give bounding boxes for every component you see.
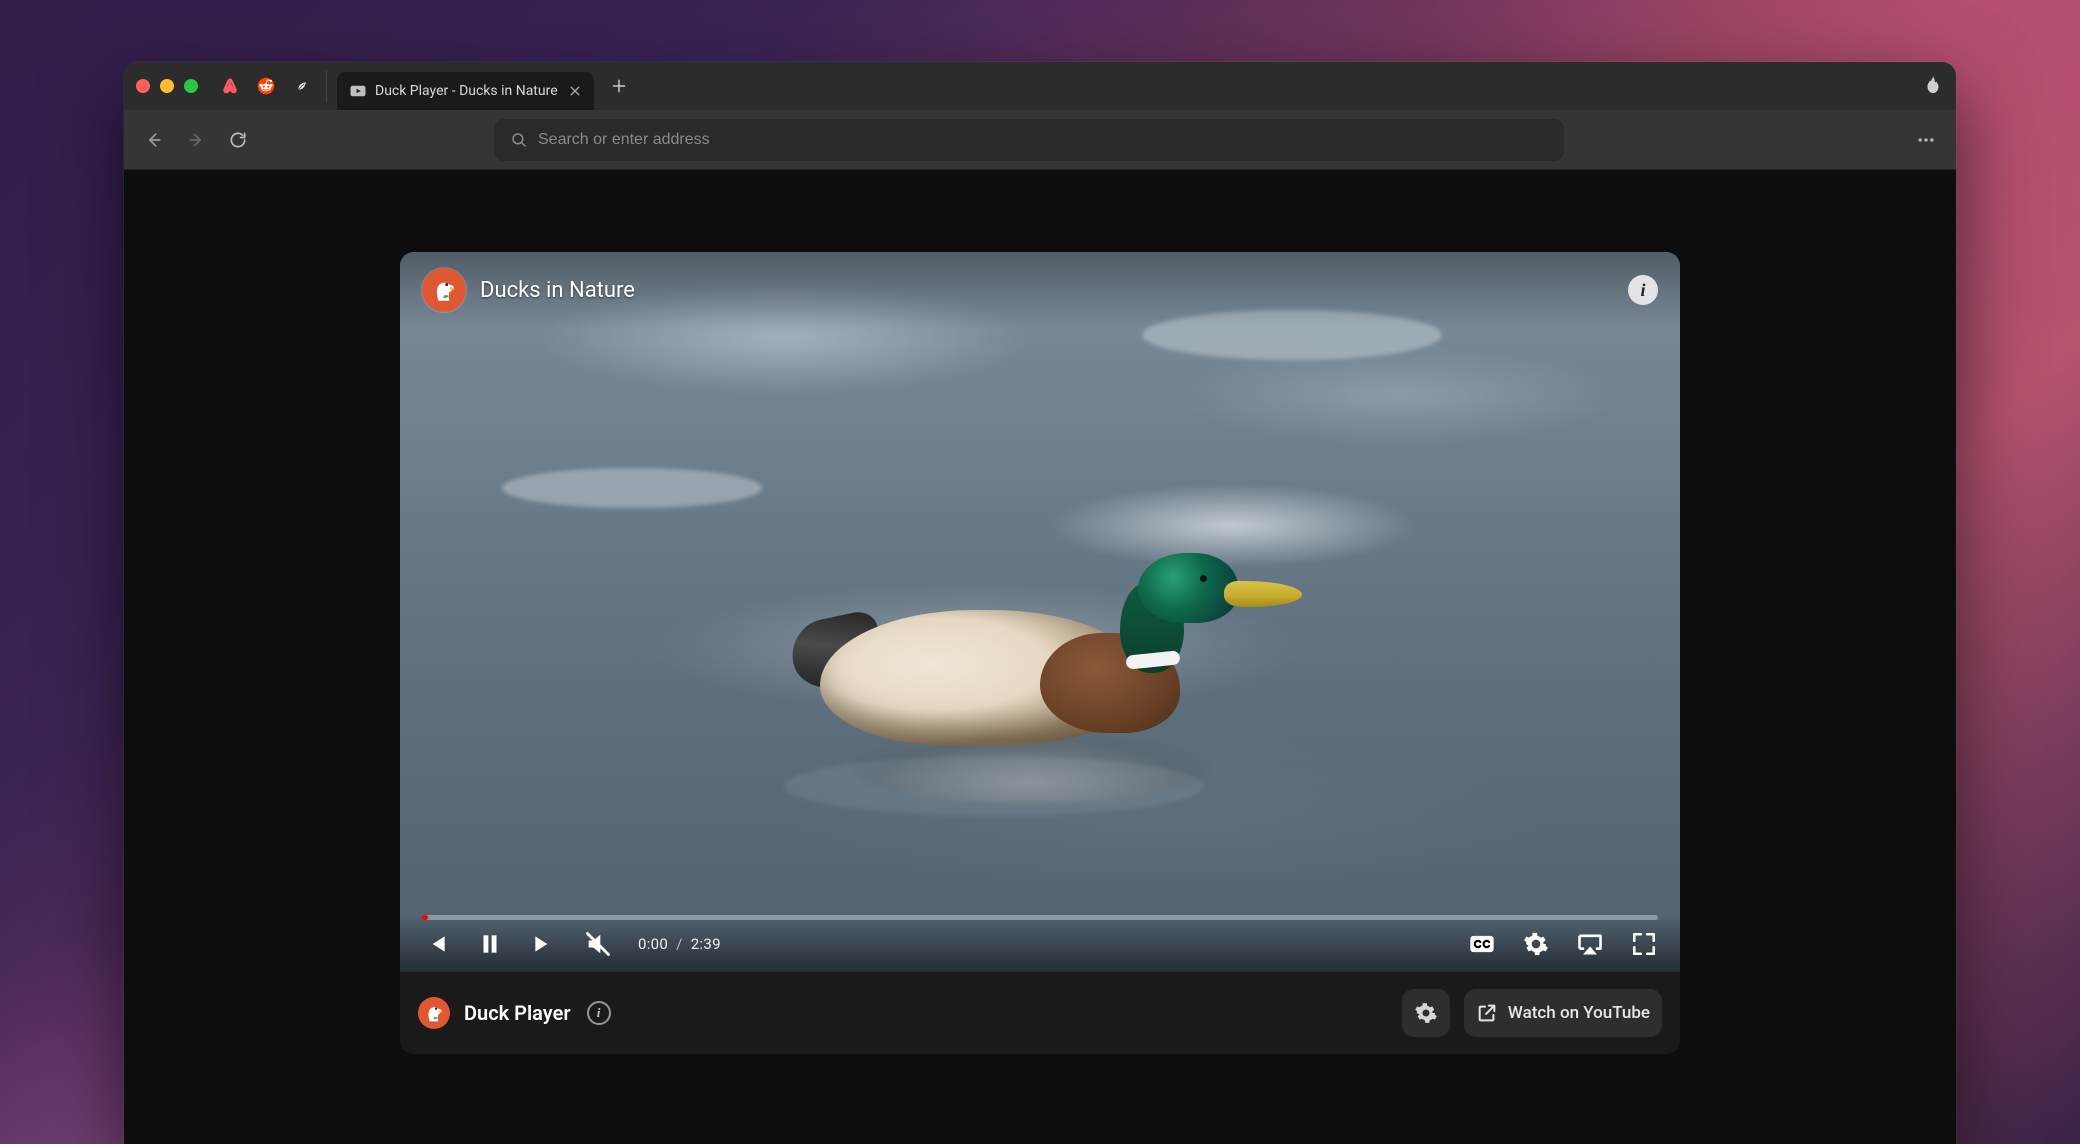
reddit-icon <box>257 77 275 95</box>
mute-button[interactable] <box>584 930 612 958</box>
close-icon <box>569 85 581 97</box>
previous-button[interactable] <box>422 930 450 958</box>
tab-close-button[interactable] <box>566 82 584 100</box>
arrow-right-icon <box>186 130 206 150</box>
fire-icon <box>1922 73 1944 95</box>
video-info-button[interactable]: i <box>1628 275 1658 305</box>
reload-icon <box>228 130 248 150</box>
dax-duck-icon <box>426 272 462 308</box>
duck-player-logo <box>418 997 450 1029</box>
pause-icon <box>477 931 503 957</box>
player-settings-button[interactable] <box>1402 989 1450 1037</box>
airplay-icon <box>1576 929 1604 959</box>
youtube-favicon-icon <box>349 82 367 100</box>
address-bar[interactable] <box>494 119 1564 161</box>
gear-icon <box>1414 1001 1438 1025</box>
plus-icon <box>611 78 627 94</box>
tab-bar: Duck Player - Ducks in Nature <box>124 62 1956 110</box>
captions-button[interactable] <box>1468 930 1496 958</box>
player-footer: Duck Player i Watch on YouTube <box>400 972 1680 1054</box>
channel-avatar[interactable] <box>422 268 466 312</box>
tab-title: Duck Player - Ducks in Nature <box>375 83 558 99</box>
reload-button[interactable] <box>222 124 254 156</box>
pinned-tab-airbnb[interactable] <box>214 70 246 102</box>
skip-previous-icon <box>423 931 449 957</box>
forward-button[interactable] <box>180 124 212 156</box>
external-link-icon <box>1476 1002 1498 1024</box>
back-button[interactable] <box>138 124 170 156</box>
watch-on-youtube-button[interactable]: Watch on YouTube <box>1464 989 1662 1037</box>
video-player[interactable]: Ducks in Nature i <box>400 252 1680 972</box>
arrow-left-icon <box>144 130 164 150</box>
leaf-app-icon <box>293 77 311 95</box>
video-settings-button[interactable] <box>1522 930 1550 958</box>
toolbar <box>124 110 1956 170</box>
new-tab-button[interactable] <box>604 71 634 101</box>
airbnb-icon <box>221 77 239 95</box>
progress-filled <box>422 915 428 920</box>
progress-bar[interactable] <box>422 915 1658 920</box>
tabbar-right <box>1922 73 1944 99</box>
pinned-tab-reddit[interactable] <box>250 70 282 102</box>
search-icon <box>510 131 528 149</box>
volume-muted-icon <box>584 929 612 959</box>
overflow-menu-button[interactable] <box>1910 124 1942 156</box>
watch-on-youtube-label: Watch on YouTube <box>1508 1003 1650 1023</box>
browser-window: Duck Player - Ducks in Nature <box>124 62 1956 1144</box>
water-ripple <box>502 468 762 508</box>
video-title: Ducks in Nature <box>480 278 635 303</box>
time-separator: / <box>676 935 683 953</box>
window-controls <box>136 79 198 93</box>
window-minimize-button[interactable] <box>160 79 174 93</box>
closed-captions-icon <box>1468 930 1496 958</box>
player-name-label: Duck Player <box>464 1001 571 1025</box>
video-controls: 0:00 / 2:39 <box>400 915 1680 972</box>
current-time: 0:00 <box>638 935 668 953</box>
time-display: 0:00 / 2:39 <box>638 935 721 953</box>
more-horizontal-icon <box>1916 130 1936 150</box>
video-header: Ducks in Nature i <box>400 252 1680 328</box>
pinned-tab-notes[interactable] <box>286 70 318 102</box>
fire-button[interactable] <box>1922 73 1944 99</box>
skip-next-icon <box>531 931 557 957</box>
page-content: Ducks in Nature i <box>124 170 1956 1144</box>
active-tab[interactable]: Duck Player - Ducks in Nature <box>337 72 594 110</box>
address-input[interactable] <box>538 131 1548 149</box>
fullscreen-icon <box>1631 931 1657 957</box>
window-close-button[interactable] <box>136 79 150 93</box>
duck-illustration <box>820 555 1260 785</box>
pinned-tabs <box>214 70 327 102</box>
pause-button[interactable] <box>476 930 504 958</box>
fullscreen-button[interactable] <box>1630 930 1658 958</box>
duck-player-card: Ducks in Nature i <box>400 252 1680 1054</box>
window-zoom-button[interactable] <box>184 79 198 93</box>
next-button[interactable] <box>530 930 558 958</box>
gear-icon <box>1523 931 1549 957</box>
airplay-button[interactable] <box>1576 930 1604 958</box>
dax-duck-icon <box>420 999 448 1027</box>
duration: 2:39 <box>691 935 721 953</box>
player-info-button[interactable]: i <box>587 1001 611 1025</box>
